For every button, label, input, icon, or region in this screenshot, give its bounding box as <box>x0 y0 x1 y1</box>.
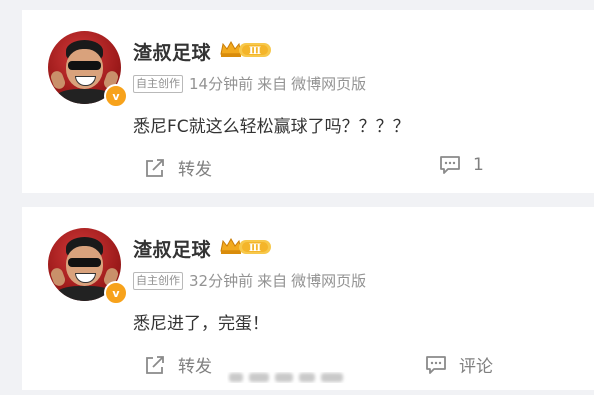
share-button[interactable]: 转发 <box>144 352 212 377</box>
username[interactable]: 渣叔足球 <box>133 38 211 65</box>
post-meta: 自主创作 32分钟前 来自 微博网页版 <box>133 270 366 291</box>
post-time[interactable]: 14分钟前 <box>189 73 253 94</box>
share-icon <box>146 158 164 177</box>
source-prefix: 来自 <box>257 272 288 290</box>
blurred-watermark <box>229 373 343 382</box>
share-label: 转发 <box>178 160 212 180</box>
avatar-hand <box>49 266 67 288</box>
level-number: Ⅲ <box>249 243 261 254</box>
share-label: 转发 <box>178 357 212 377</box>
comment-icon <box>440 156 460 174</box>
comment-label: 评论 <box>459 357 493 377</box>
weibo-post-card: v 渣叔足球 Ⅲ 自主创作 14分钟前 来自 微博网页版 悉尼FC就这么轻松赢球… <box>22 10 594 193</box>
post-content: 悉尼FC就这么轻松赢球了吗？？？？ <box>133 117 410 137</box>
comment-button[interactable]: 评论 <box>425 352 493 377</box>
post-meta: 自主创作 14分钟前 来自 微博网页版 <box>133 73 366 94</box>
post-time[interactable]: 32分钟前 <box>189 270 253 291</box>
verified-badge-icon: v <box>104 281 128 305</box>
username[interactable]: 渣叔足球 <box>133 235 211 262</box>
share-button[interactable]: 转发 <box>144 155 212 180</box>
verified-badge-icon: v <box>104 84 128 108</box>
share-icon <box>146 355 164 374</box>
source-prefix: 来自 <box>257 75 288 93</box>
level-number: Ⅲ <box>249 46 261 57</box>
post-content: 悉尼进了，完蛋！ <box>133 314 269 334</box>
avatar-sunglasses <box>68 61 101 70</box>
comment-icon <box>426 355 446 374</box>
original-tag: 自主创作 <box>133 271 183 290</box>
original-tag: 自主创作 <box>133 74 183 93</box>
post-source: 微博网页版 <box>291 272 367 290</box>
avatar-hand <box>49 69 67 91</box>
comment-button[interactable]: 1 <box>439 155 484 175</box>
crown-level-badge-icon[interactable]: Ⅲ <box>219 236 273 256</box>
comment-count: 1 <box>473 155 484 175</box>
avatar-sunglasses <box>68 258 101 267</box>
weibo-post-card: v 渣叔足球 Ⅲ 自主创作 32分钟前 来自 微博网页版 悉尼进了，完蛋！ 转发… <box>22 207 594 390</box>
post-source: 微博网页版 <box>291 75 367 93</box>
crown-level-badge-icon[interactable]: Ⅲ <box>219 39 273 59</box>
